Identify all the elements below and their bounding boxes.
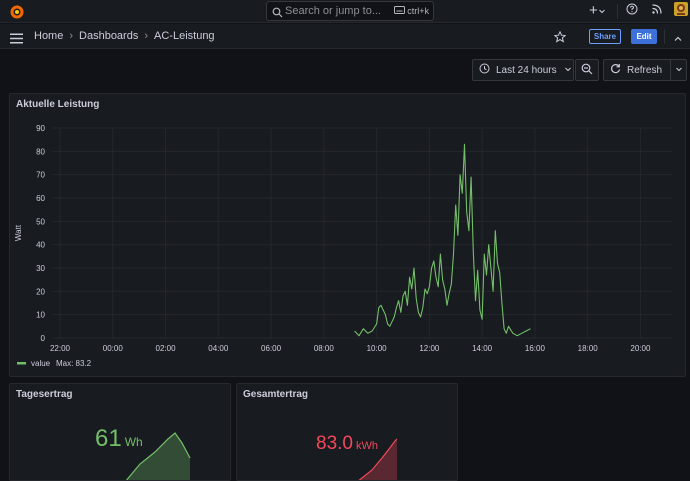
breadcrumb-dashboards[interactable]: Dashboards [79,30,138,42]
search-input[interactable]: Search or jump to... ctrl+k [266,1,434,21]
grafana-logo-icon[interactable] [9,4,25,20]
clock-icon [479,63,490,77]
zoom-out-icon [581,63,593,78]
refresh-button[interactable]: Refresh [604,60,672,80]
stat-number: 61 [95,425,122,452]
plus-icon: + [589,2,598,19]
chevron-right-icon: › [144,30,149,42]
divider [617,4,618,19]
help-button[interactable] [626,3,638,19]
stat-unit: Wh [124,435,143,449]
top-bar: Search or jump to... ctrl+k + [0,0,690,23]
divider [664,29,665,44]
hamburger-icon [10,31,23,48]
breadcrumb-current: AC-Leistung [154,30,215,42]
chevron-up-icon [673,31,683,48]
chevron-down-icon [564,65,572,76]
menu-toggle-button[interactable] [10,31,23,49]
keyboard-icon [394,6,406,16]
chevron-down-icon [675,65,683,76]
zoom-out-button[interactable] [575,59,599,81]
chevron-down-icon [598,2,606,20]
stat-value-gesamtertrag: 83.0 kWh [316,429,378,455]
shortcut-text: ctrl+k [407,6,429,16]
refresh-picker: Refresh [603,59,687,81]
breadcrumb: Home › Dashboards › AC-Leistung [34,30,215,42]
user-avatar[interactable] [674,1,688,21]
stat-unit: kWh [355,440,378,452]
collapse-button[interactable] [673,31,683,49]
search-shortcut: ctrl+k [394,6,429,16]
star-icon [553,30,567,47]
star-button[interactable] [553,30,567,48]
search-placeholder: Search or jump to... [285,5,381,17]
news-button[interactable] [651,3,663,19]
search-icon [272,5,283,23]
new-menu-button[interactable]: + [589,3,606,19]
time-range-picker[interactable]: Last 24 hours [472,59,574,81]
share-button[interactable]: Share [589,29,621,44]
stat-number: 83.0 [316,433,353,454]
help-icon [626,2,638,20]
breadcrumb-home[interactable]: Home [34,30,63,42]
edit-button[interactable]: Edit [631,29,657,44]
stat-value-tagesertrag: 61 Wh [95,425,143,453]
panel-aktuelle-leistung: Aktuelle Leistung [9,93,686,377]
refresh-interval-dropdown[interactable] [671,60,686,80]
panel-title[interactable]: Aktuelle Leistung [16,99,99,110]
refresh-label: Refresh [627,64,663,76]
panel-tagesertrag: Tagesertrag 61 Wh [9,383,231,481]
dashboard-nav-bar: Home › Dashboards › AC-Leistung Share Ed… [0,24,690,49]
refresh-icon [610,63,621,77]
rss-icon [651,2,663,20]
time-range-label: Last 24 hours [496,64,557,76]
chevron-right-icon: › [69,30,74,42]
panel-gesamtertrag: Gesamtertrag 83.0 kWh [236,383,458,481]
avatar-icon [674,1,688,21]
